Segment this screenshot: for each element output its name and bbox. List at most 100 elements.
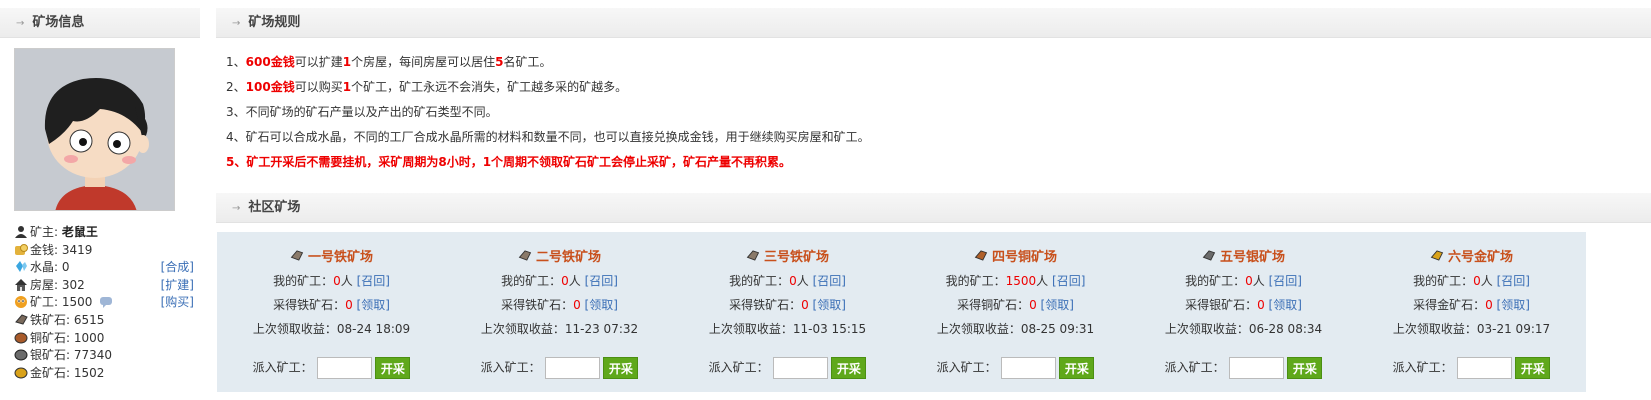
expand-link[interactable]: [扩建]	[161, 277, 194, 295]
arrow-icon: →	[232, 203, 241, 214]
unit-label: 人	[340, 274, 353, 288]
unit-label: 人	[796, 274, 809, 288]
stat-copper-ore: 铜矿石: 1000	[14, 330, 194, 348]
claim-link[interactable]: [领取]	[813, 298, 846, 312]
last-claim-label: 上次领取收益：	[936, 322, 1021, 336]
send-miners-label: 派入矿工：	[708, 360, 769, 375]
ore-count: 0	[1257, 298, 1265, 312]
miner-icon	[15, 296, 27, 309]
recall-link[interactable]: [召回]	[585, 274, 618, 288]
start-mining-button[interactable]: 开采	[603, 357, 639, 379]
start-mining-button[interactable]: 开采	[1059, 357, 1095, 379]
my-miners-label: 我的矿工：	[1413, 274, 1474, 288]
start-mining-button[interactable]: 开采	[831, 357, 867, 379]
start-mining-button[interactable]: 开采	[375, 357, 411, 379]
claim-link[interactable]: [领取]	[1041, 298, 1074, 312]
claim-link[interactable]: [领取]	[585, 298, 618, 312]
claim-link[interactable]: [领取]	[1269, 298, 1302, 312]
my-miners-line: 我的矿工：0人 [召回]	[445, 272, 674, 289]
recall-link[interactable]: [召回]	[1052, 274, 1085, 288]
last-claim-line: 上次领取收益：11-03 15:15	[673, 320, 902, 337]
ore-icon	[974, 250, 988, 261]
last-claim-label: 上次领取收益：	[1164, 322, 1249, 336]
last-claim-time: 11-03 15:15	[792, 322, 867, 336]
mine-title[interactable]: 四号铜矿场	[901, 246, 1130, 265]
ore-line: 采得铁矿石：0 [领取]	[673, 296, 902, 313]
recall-link[interactable]: [召回]	[1497, 274, 1530, 288]
last-claim-time: 11-23 07:32	[564, 322, 639, 336]
ore-icon	[290, 250, 304, 261]
mine-title[interactable]: 三号铁矿场	[673, 246, 902, 265]
my-miners-label: 我的矿工：	[945, 274, 1006, 288]
stat-label: 水晶:	[30, 260, 62, 275]
miner-value: 1500	[61, 295, 93, 310]
send-miners-input[interactable]	[1000, 357, 1056, 379]
mine-title[interactable]: 五号银矿场	[1129, 246, 1358, 265]
rule-4: 4、矿石可以合成水晶，不同的工厂合成水晶所需的材料和数量不同，也可以直接兑换成金…	[226, 130, 870, 144]
recall-link[interactable]: [召回]	[813, 274, 846, 288]
stat-miner: 矿工: 1500 [购买]	[14, 294, 194, 312]
send-miners-input[interactable]	[1228, 357, 1284, 379]
ore-line: 采得金矿石：0 [领取]	[1357, 296, 1586, 313]
claim-link[interactable]: [领取]	[1497, 298, 1530, 312]
my-miners-count: 1500	[1005, 274, 1037, 288]
mine-card: 四号铜矿场 我的矿工：1500人 [召回] 采得铜矿石：0 [领取] 上次领取收益：0…	[901, 232, 1130, 392]
rules-list: 1、600金钱可以扩建1个房屋，每间房屋可以居住5名矿工。 2、100金钱可以购…	[226, 50, 1626, 175]
stat-label: 矿主:	[30, 225, 62, 239]
arrow-icon: →	[232, 18, 241, 29]
recall-link[interactable]: [召回]	[1269, 274, 1302, 288]
rule-3: 3、不同矿场的矿石产量以及产出的矿石类型不同。	[226, 105, 498, 119]
chat-bubble-icon[interactable]	[99, 296, 113, 309]
mine-title[interactable]: 一号铁矿场	[217, 246, 446, 265]
silver-ore-icon	[14, 349, 28, 361]
my-miners-count: 0	[1473, 274, 1481, 288]
send-miners-input[interactable]	[1456, 357, 1512, 379]
send-miners-label: 派入矿工：	[1392, 360, 1453, 375]
stat-label: 房屋:	[30, 277, 62, 292]
start-mining-button[interactable]: 开采	[1287, 357, 1323, 379]
user-icon	[15, 226, 27, 238]
stat-owner: 矿主: 老鼠王	[14, 224, 194, 242]
copper-ore-icon	[14, 332, 28, 344]
mine-title[interactable]: 六号金矿场	[1357, 246, 1586, 265]
synthesize-link[interactable]: [合成]	[161, 259, 194, 277]
ore-count: 0	[1029, 298, 1037, 312]
claim-link[interactable]: [领取]	[357, 298, 390, 312]
send-miners-row: 派入矿工： 开采	[901, 357, 1130, 379]
send-miners-row: 派入矿工： 开采	[217, 357, 446, 379]
crystal-icon	[16, 261, 27, 273]
unit-label: 人	[1036, 274, 1049, 288]
stats-list: 矿主: 老鼠王 金钱: 3419 水晶: 0 [合成] 房屋: 302 [扩建]…	[14, 224, 194, 382]
my-miners-count: 0	[1245, 274, 1253, 288]
last-claim-label: 上次领取收益：	[708, 322, 793, 336]
send-miners-input[interactable]	[772, 357, 828, 379]
money-value: 3419	[61, 242, 93, 257]
ore-count: 0	[345, 298, 353, 312]
send-miners-input[interactable]	[316, 357, 372, 379]
send-miners-label: 派入矿工：	[480, 360, 541, 375]
mine-title[interactable]: 二号铁矿场	[445, 246, 674, 265]
last-claim-line: 上次领取收益：03-21 09:17	[1357, 320, 1586, 337]
mines-title: 社区矿场	[248, 200, 301, 215]
send-miners-row: 派入矿工： 开采	[673, 357, 902, 379]
send-miners-input[interactable]	[544, 357, 600, 379]
buy-link[interactable]: [购买]	[161, 294, 194, 312]
my-miners-label: 我的矿工：	[273, 274, 334, 288]
rule-5: 5、矿工开采后不需要挂机，采矿周期为8小时，1个周期不领取矿石矿工会停止采矿，矿…	[226, 155, 792, 169]
my-miners-line: 我的矿工：0人 [召回]	[673, 272, 902, 289]
ore-label: 采得铜矿石：	[957, 298, 1030, 312]
ore-icon	[1430, 250, 1444, 261]
my-miners-line: 我的矿工：0人 [召回]	[217, 272, 446, 289]
unit-label: 人	[1480, 274, 1493, 288]
last-claim-line: 上次领取收益：08-24 18:09	[217, 320, 446, 337]
iron-ore-value: 6515	[73, 312, 105, 327]
recall-link[interactable]: [召回]	[357, 274, 390, 288]
stat-gold-ore: 金矿石: 1502	[14, 365, 194, 383]
rule-number: 1、	[226, 55, 246, 69]
rule-highlight: 100金钱	[245, 80, 295, 94]
stat-label: 矿工:	[30, 295, 62, 310]
gold-ore-value: 1502	[73, 365, 105, 380]
mine-card: 一号铁矿场 我的矿工：0人 [召回] 采得铁矿石：0 [领取] 上次领取收益：08-2…	[217, 232, 446, 392]
stat-house: 房屋: 302 [扩建]	[14, 277, 194, 295]
start-mining-button[interactable]: 开采	[1515, 357, 1551, 379]
